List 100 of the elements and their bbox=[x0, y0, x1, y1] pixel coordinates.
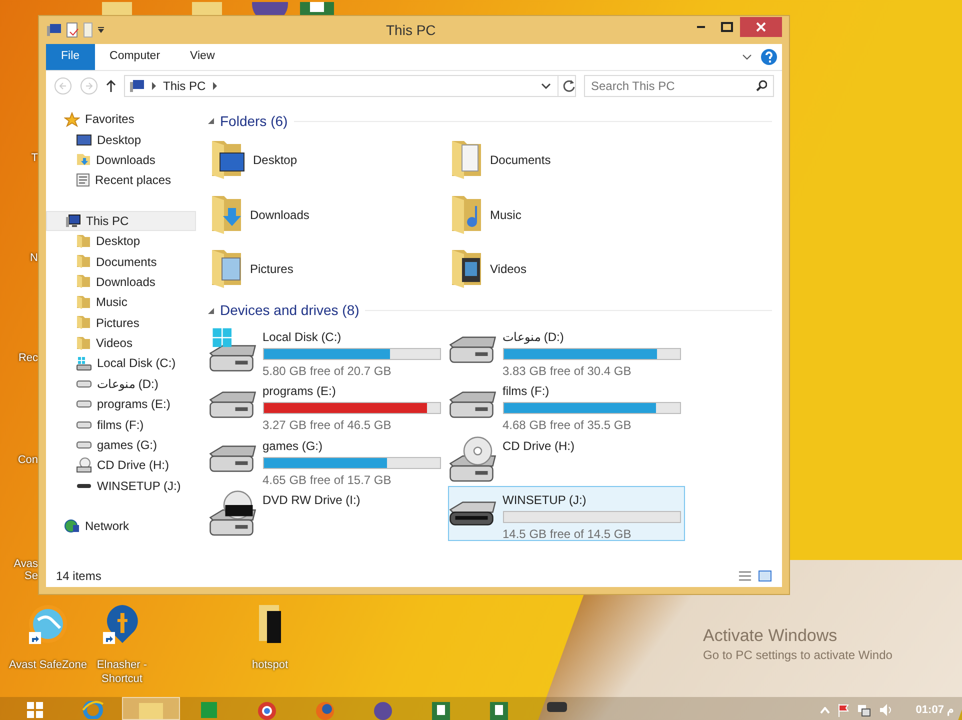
activation-notice: Go to PC settings to activate Windo bbox=[703, 647, 892, 664]
ribbon-tab[interactable]: View bbox=[175, 44, 230, 70]
hard-drive-icon bbox=[449, 390, 496, 418]
computer-icon bbox=[129, 79, 145, 93]
hard-drive-icon bbox=[76, 420, 92, 429]
dropdown-arrow-icon[interactable] bbox=[97, 26, 105, 34]
nav-item[interactable]: This PC bbox=[46, 210, 196, 231]
disc-drive-icon bbox=[76, 457, 92, 474]
help-icon[interactable] bbox=[760, 48, 778, 66]
details-view-icon[interactable] bbox=[738, 571, 752, 581]
nav-item[interactable]: Music bbox=[46, 292, 196, 313]
ribbon-tab[interactable]: Computer bbox=[94, 44, 176, 70]
drive-item[interactable]: Local Disk (C:) 5.80 GB free of 20.7 GB bbox=[208, 322, 445, 377]
hard-drive-icon bbox=[209, 327, 256, 372]
flag-icon[interactable] bbox=[838, 702, 850, 718]
nav-item[interactable]: Desktop bbox=[46, 230, 196, 252]
drive-item[interactable]: WINSETUP (J:) 14.5 GB free of 14.5 GB bbox=[448, 486, 685, 540]
folder-item[interactable]: Documents bbox=[448, 133, 688, 188]
nav-item[interactable]: programs (E:) bbox=[46, 394, 196, 414]
hard-drive-icon bbox=[209, 445, 256, 472]
free-space-text: 3.27 GB free of 46.5 GB bbox=[262, 417, 392, 434]
hard-drive-icon bbox=[76, 356, 92, 371]
browser-icon bbox=[257, 701, 277, 720]
nav-item[interactable]: WINSETUP (J:) bbox=[46, 476, 196, 496]
desktop-icon-label: N bbox=[30, 251, 38, 266]
nav-item[interactable]: Recent places bbox=[46, 170, 196, 191]
computer-icon bbox=[65, 214, 81, 228]
free-space-text: 14.5 GB free of 14.5 GB bbox=[502, 526, 632, 543]
desktop-icon-label: hotspot bbox=[250, 658, 290, 672]
nav-item[interactable]: Documents bbox=[46, 251, 196, 272]
nav-item[interactable]: games (G:) bbox=[46, 434, 196, 456]
browser-icon bbox=[82, 701, 104, 719]
search-field[interactable]: Search This PC bbox=[584, 75, 774, 97]
maximize-icon bbox=[721, 22, 733, 32]
hard-drive-icon bbox=[76, 380, 92, 388]
expand-ribbon-icon[interactable] bbox=[742, 54, 752, 60]
drive-item[interactable]: CD Drive (H:) bbox=[448, 432, 685, 486]
search-icon bbox=[756, 80, 767, 92]
refresh-icon[interactable] bbox=[557, 75, 575, 97]
up-arrow-icon[interactable] bbox=[106, 80, 116, 92]
drive-name: films (F:) bbox=[502, 383, 550, 400]
free-space-text: 3.83 GB free of 30.4 GB bbox=[502, 362, 632, 380]
windows-logo-icon bbox=[26, 701, 44, 719]
drive-item[interactable]: DVD RW Drive (I:) bbox=[208, 486, 445, 540]
collapse-arrow-icon[interactable] bbox=[208, 118, 214, 124]
nav-item[interactable]: Pictures bbox=[46, 312, 196, 333]
drive-item[interactable]: programs (E:) 3.27 GB free of 46.5 GB bbox=[208, 377, 445, 432]
dropdown-icon[interactable] bbox=[541, 83, 551, 89]
large-icons-view-icon[interactable] bbox=[758, 570, 772, 582]
drive-name: منوعات (D:) bbox=[502, 328, 565, 346]
disc-drive-icon bbox=[449, 436, 496, 482]
nav-item[interactable]: Downloads bbox=[46, 272, 196, 292]
minimize-icon bbox=[696, 25, 706, 29]
desktop-icon-label: Con bbox=[18, 453, 38, 468]
desktop-icon-label: Rec bbox=[18, 351, 38, 366]
chevron-right-icon bbox=[212, 81, 218, 91]
chevron-right-icon bbox=[151, 81, 157, 91]
nav-item[interactable]: منوعات (D:) bbox=[46, 374, 196, 394]
network-icon[interactable] bbox=[857, 704, 872, 717]
free-space-text: 4.65 GB free of 15.7 GB bbox=[262, 472, 392, 488]
hard-drive-icon bbox=[76, 400, 92, 408]
folder-item[interactable]: Desktop bbox=[208, 133, 448, 188]
close-icon bbox=[756, 22, 766, 32]
window-title: This PC bbox=[386, 20, 437, 40]
desktop-icon-label: Se bbox=[24, 569, 38, 584]
monitor-icon bbox=[76, 134, 92, 146]
nav-item[interactable]: Videos bbox=[46, 332, 196, 354]
folder-item[interactable]: Videos bbox=[448, 242, 688, 296]
desktop-icon-label: Avas bbox=[14, 557, 38, 571]
activation-notice: Activate Windows bbox=[703, 625, 838, 647]
drive-item[interactable]: games (G:) 4.65 GB free of 15.7 GB bbox=[208, 432, 445, 486]
close-button[interactable] bbox=[740, 17, 782, 37]
recent-places-icon bbox=[76, 173, 90, 188]
free-space-text: 5.80 GB free of 20.7 GB bbox=[262, 362, 392, 380]
pin-icon bbox=[106, 604, 138, 644]
collapse-arrow-icon[interactable] bbox=[208, 308, 214, 314]
hard-drive-icon bbox=[449, 336, 496, 364]
drive-name: programs (E:) bbox=[262, 383, 337, 400]
folder-item[interactable]: Music bbox=[448, 188, 688, 242]
properties-icon[interactable] bbox=[66, 22, 79, 38]
nav-item[interactable]: Favorites bbox=[46, 109, 196, 130]
nav-item[interactable]: CD Drive (H:) bbox=[46, 455, 196, 476]
folder-item[interactable]: Downloads bbox=[208, 188, 448, 242]
computer-icon[interactable] bbox=[46, 23, 62, 37]
nav-item[interactable]: films (F:) bbox=[46, 414, 196, 435]
item-count: 14 items bbox=[56, 568, 102, 585]
breadcrumb-item[interactable]: This PC bbox=[163, 77, 206, 95]
section-header[interactable]: Devices and drives (8) bbox=[220, 300, 360, 321]
nav-item[interactable]: Network bbox=[46, 516, 196, 536]
hard-drive-icon bbox=[76, 441, 92, 450]
nav-item[interactable]: Downloads bbox=[46, 150, 196, 170]
drive-name: CD Drive (H:) bbox=[502, 438, 576, 454]
address-bar[interactable]: This PC bbox=[124, 75, 576, 97]
folder-item[interactable]: Pictures bbox=[208, 242, 448, 296]
nav-item[interactable]: Desktop bbox=[46, 129, 196, 150]
drive-item[interactable]: films (F:) 4.68 GB free of 35.5 GB bbox=[448, 377, 685, 432]
drive-name: games (G:) bbox=[262, 438, 324, 454]
section-header[interactable]: Folders (6) bbox=[220, 110, 288, 132]
nav-item[interactable]: Local Disk (C:) bbox=[46, 353, 196, 374]
store-icon bbox=[200, 701, 218, 719]
